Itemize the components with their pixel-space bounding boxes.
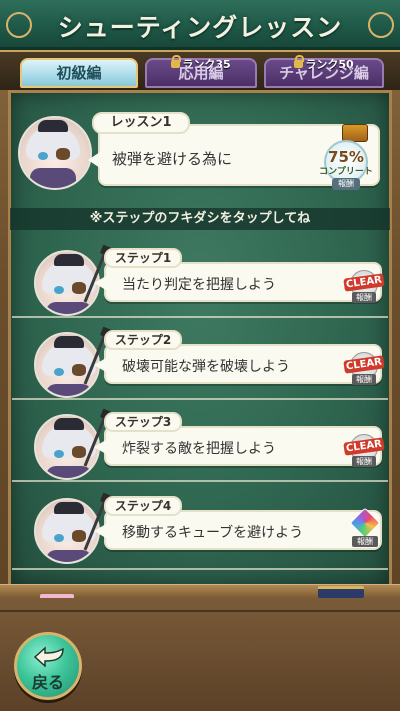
lesson-title: 被弾を避ける為に (112, 150, 233, 168)
tab-label: 初級編 (56, 64, 102, 82)
step-text: 移動するキューブを避けよう (122, 525, 304, 541)
gem-icon (349, 507, 381, 539)
reward-gem-badge: 報酬 (349, 507, 381, 552)
divider (12, 480, 388, 482)
step-item-1: ステップ1 当たり判定を把握しよう CLEAR 報酬 (10, 236, 390, 316)
return-arrow-icon (33, 646, 64, 667)
step-tag: ステップ1 (104, 248, 182, 268)
clear-badge: CLEAR 報酬 (343, 352, 385, 386)
step-tag: ステップ4 (104, 496, 182, 516)
eraser-icon (318, 586, 364, 598)
instructor-avatar (18, 116, 92, 190)
instruction-text: ※ステップのフキダシをタップしてね (10, 208, 390, 230)
tab-beginner[interactable]: 初級編 (20, 58, 138, 88)
step-text: 当たり判定を把握しよう (122, 277, 276, 293)
divider (12, 568, 388, 570)
clear-label: CLEAR (343, 437, 385, 456)
back-label: 戻る (31, 673, 64, 692)
reward-label: 報酬 (332, 178, 360, 190)
clear-label: CLEAR (343, 273, 385, 292)
clear-badge: CLEAR 報酬 (343, 434, 385, 468)
completion-label: コンプリート (319, 167, 373, 177)
step-tag: ステップ2 (104, 330, 182, 350)
completion-badge[interactable]: 75% コンプリート 報酬 (316, 124, 376, 190)
lesson-tag: レッスン1 (92, 112, 190, 134)
step-item-2: ステップ2 破壊可能な弾を破壊しよう CLEAR 報酬 (10, 318, 390, 398)
page-title: シューティングレッスン (57, 13, 343, 42)
step-item-3: ステップ3 炸裂する敵を把握しよう CLEAR 報酬 (10, 400, 390, 480)
reward-label: 報酬 (352, 292, 376, 303)
step-item-4: ステップ4 移動するキューブを避けよう 報酬 (10, 484, 390, 564)
divider (0, 610, 400, 612)
reward-label: 報酬 (352, 536, 378, 547)
header-bar: シューティングレッスン (0, 0, 400, 52)
step-tag: ステップ3 (104, 412, 182, 432)
clear-badge: CLEAR 報酬 (343, 270, 385, 304)
tab-challenge[interactable]: ランク50 チャレンジ編 (264, 55, 384, 88)
tab-strip: 初級編 ランク35 応用編 ランク50 チャレンジ編 (0, 52, 400, 90)
tab-label: 応用編 (178, 64, 224, 82)
tab-advanced[interactable]: ランク35 応用編 (145, 55, 257, 88)
reward-label: 報酬 (352, 374, 376, 385)
clear-label: CLEAR (343, 355, 385, 374)
step-text: 破壊可能な弾を破壊しよう (122, 359, 290, 375)
tab-label: チャレンジ編 (279, 64, 369, 82)
step-text: 炸裂する敵を把握しよう (122, 441, 276, 457)
back-button[interactable]: 戻る (14, 632, 82, 700)
ornament-icon (368, 12, 394, 38)
reward-label: 報酬 (352, 456, 376, 467)
